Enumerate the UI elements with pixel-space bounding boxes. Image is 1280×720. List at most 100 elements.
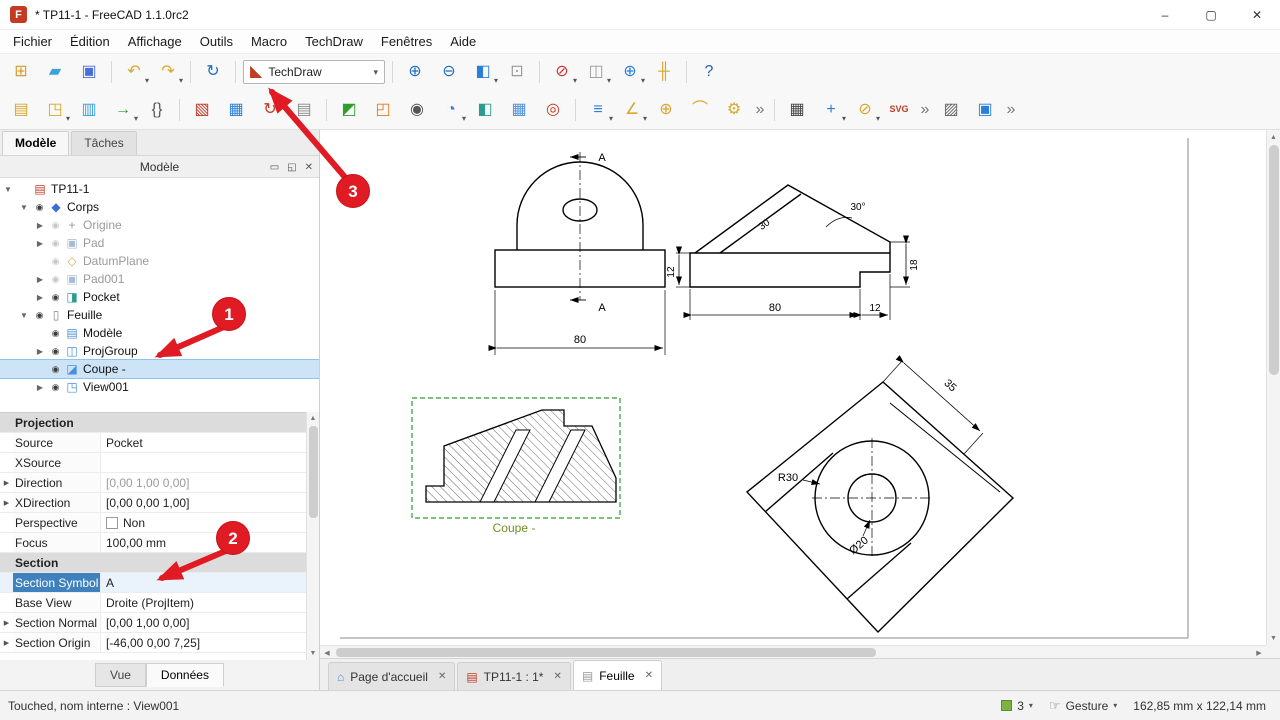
section-view-label[interactable]: Coupe - <box>493 521 536 535</box>
property-group-section[interactable]: ▶ Section <box>0 553 307 573</box>
tab-feuille[interactable]: ▤ Feuille ✕ <box>573 660 662 690</box>
property-group-projection[interactable]: ▶ Projection <box>0 413 307 433</box>
td-angle-dimension-button[interactable]: ∠ ▾ <box>617 96 647 124</box>
td-3d-view-button[interactable]: ◧ ▾ <box>470 96 500 124</box>
property-row-section-normal[interactable]: ▶ Section Normal [0,00 1,00 0,00] <box>0 613 307 633</box>
whats-this-button[interactable]: ? ▾ <box>694 58 724 86</box>
view-isometric-button[interactable]: ◧ ▾ <box>468 58 498 86</box>
refresh-button[interactable]: ↻ ▾ <box>198 58 228 86</box>
td-image-extent-button[interactable]: ▣ ▾ <box>970 96 1000 124</box>
tree-item-view001[interactable]: ▶ ◉ ◳ View001 <box>0 378 319 396</box>
navigation-style-selector[interactable]: ☞ Gesture ▾ <box>1049 698 1117 714</box>
side-dim-thickness[interactable]: 12 <box>666 266 677 278</box>
visibility-eye-icon[interactable]: ◉ <box>50 328 61 339</box>
save-button[interactable]: ▣ ▾ <box>74 58 104 86</box>
scrollbar-thumb[interactable] <box>1269 145 1279 375</box>
visibility-eye-icon[interactable]: ◉ <box>50 364 61 375</box>
toolbar-overflow[interactable]: » ▾ <box>918 96 932 124</box>
property-expand-icon[interactable]: ▶ <box>0 479 13 487</box>
property-value[interactable]: 100,00 mm <box>101 533 307 552</box>
side-dim-width[interactable]: 80 <box>769 302 781 314</box>
close-icon[interactable]: ✕ <box>438 671 446 682</box>
td-insert-image-button[interactable]: ◉ ▾ <box>402 96 432 124</box>
property-row-section-origin[interactable]: ▶ Section Origin [-46,00 0,00 7,25] <box>0 633 307 653</box>
style-selector[interactable]: 3 ▾ <box>1001 699 1033 713</box>
side-dim-right[interactable]: 18 <box>909 259 920 271</box>
tab-modele[interactable]: Modèle <box>2 131 69 155</box>
tree-item-pad001[interactable]: ▶ ◉ ▣ Pad001 <box>0 270 319 288</box>
td-complex-section-button[interactable]: ◩ ▾ <box>334 96 364 124</box>
td-leader-line-button[interactable]: ⌒ ▾ <box>685 96 715 124</box>
workbench-selector[interactable]: ◣ TechDraw ▾ <box>243 60 385 84</box>
side-dim-slope[interactable]: 30 <box>757 217 773 233</box>
td-customize-format-button[interactable]: ⚙ ▾ <box>719 96 749 124</box>
redo-button[interactable]: ↷ ▾ <box>153 58 183 86</box>
magnifier-tools-button[interactable]: ⊕ ▾ <box>615 58 645 86</box>
front-section-letter-top[interactable]: A <box>598 152 606 164</box>
close-button[interactable]: ✕ <box>1234 0 1280 30</box>
td-move-view-button[interactable]: + ▾ <box>816 96 846 124</box>
property-row-base-view[interactable]: ▶ Base View Droite (ProjItem) <box>0 593 307 613</box>
section-view[interactable]: Coupe - <box>412 398 620 535</box>
tree-expander-icon[interactable]: ▼ <box>2 185 14 194</box>
td-clip-group-button[interactable]: ◰ ▾ <box>368 96 398 124</box>
tree-item-pocket[interactable]: ▶ ◉ ◨ Pocket <box>0 288 319 306</box>
clipping-plane-button[interactable]: ⊘ ▾ <box>547 58 577 86</box>
visibility-eye-icon[interactable]: ◉ <box>34 202 45 213</box>
front-dim-width[interactable]: 80 <box>574 334 586 346</box>
property-value[interactable]: [0,00 1,00 0,00] <box>101 473 307 492</box>
tree-item-tp11-1[interactable]: ▼ ◉ ▤ TP11-1 <box>0 180 319 198</box>
td-align-dimension-button[interactable]: ≡ ▾ <box>583 96 613 124</box>
visibility-eye-icon[interactable]: ◉ <box>50 220 61 231</box>
toolbar-overflow[interactable]: » ▾ <box>753 96 767 124</box>
tab-page-accueil[interactable]: ⌂ Page d'accueil ✕ <box>328 662 455 690</box>
maximize-button[interactable]: ▢ <box>1188 0 1234 30</box>
property-row-perspective[interactable]: ▶ Perspective Non <box>0 513 307 533</box>
property-row-xdirection[interactable]: ▶ XDirection [0,00 0,00 1,00] <box>0 493 307 513</box>
undo-button[interactable]: ↶ ▾ <box>119 58 149 86</box>
property-expand-icon[interactable]: ▶ <box>0 639 13 647</box>
auxiliary-view[interactable]: R30 Ø20 35 <box>747 361 1013 632</box>
texture-view-button[interactable]: ◫ ▾ <box>581 58 611 86</box>
visibility-eye-icon[interactable]: ◉ <box>50 382 61 393</box>
drawing-canvas[interactable]: A A 80 12 1 <box>320 130 1266 645</box>
tree-item-origine[interactable]: ▶ ◉ + Origine <box>0 216 319 234</box>
scroll-down-icon[interactable]: ▼ <box>307 647 319 660</box>
scroll-up-icon[interactable]: ▲ <box>1267 130 1280 144</box>
td-annotation-braces-button[interactable]: {} ▾ <box>142 96 172 124</box>
toolbar-overflow[interactable]: » ▾ <box>1004 96 1018 124</box>
scroll-down-icon[interactable]: ▼ <box>1267 631 1280 645</box>
property-value[interactable]: [0,00 1,00 0,00] <box>101 613 307 632</box>
zoom-in-button[interactable]: ⊕ ▾ <box>400 58 430 86</box>
visibility-eye-icon[interactable]: ◉ <box>50 346 61 357</box>
measure-button[interactable]: ╫ ▾ <box>649 58 679 86</box>
menu-affichage[interactable]: Affichage <box>119 31 191 52</box>
tree-item-feuille[interactable]: ▼ ◉ ▯ Feuille <box>0 306 319 324</box>
zoom-box-button[interactable]: ⊡ ▾ <box>502 58 532 86</box>
visibility-eye-icon[interactable]: ◉ <box>50 256 61 267</box>
tab-taches[interactable]: Tâches <box>71 131 136 155</box>
front-section-letter-bottom[interactable]: A <box>598 302 606 314</box>
tree-expander-icon[interactable]: ▼ <box>18 311 30 320</box>
td-new-default-page-button[interactable]: ▤ ▾ <box>6 96 36 124</box>
new-document-button[interactable]: ⊞ ▾ <box>6 58 36 86</box>
td-bitmap-button[interactable]: ▦ ▾ <box>504 96 534 124</box>
visibility-eye-icon[interactable]: ◉ <box>34 310 45 321</box>
tree-expander-icon[interactable]: ▶ <box>34 275 46 284</box>
property-value[interactable]: Pocket <box>101 433 307 452</box>
td-geometric-hatch-button[interactable]: ⊘ ▾ <box>850 96 880 124</box>
td-export-page-button[interactable]: → ▾ <box>108 96 138 124</box>
side-view[interactable]: 12 18 30 30° 80 <box>666 185 920 320</box>
td-open-template-button[interactable]: ▥ ▾ <box>74 96 104 124</box>
td-svg-symbol-button[interactable]: SVG ▾ <box>884 96 914 124</box>
td-active-view-button[interactable]: ↻ ▾ <box>255 96 285 124</box>
tree-expander-icon[interactable]: ▶ <box>34 293 46 302</box>
menu-edition[interactable]: Édition <box>61 31 119 52</box>
property-row-section-symbol[interactable]: ▶ Section Symbol A <box>0 573 307 593</box>
tree-expander-icon[interactable]: ▶ <box>34 239 46 248</box>
property-row-source[interactable]: ▶ Source Pocket <box>0 433 307 453</box>
drawing-sheet[interactable]: A A 80 12 1 <box>330 130 1256 645</box>
tree-item-datumplane[interactable]: ◉ ◇ DatumPlane <box>0 252 319 270</box>
aux-dim-edge[interactable]: 35 <box>941 377 958 394</box>
property-row-focus[interactable]: ▶ Focus 100,00 mm <box>0 533 307 553</box>
